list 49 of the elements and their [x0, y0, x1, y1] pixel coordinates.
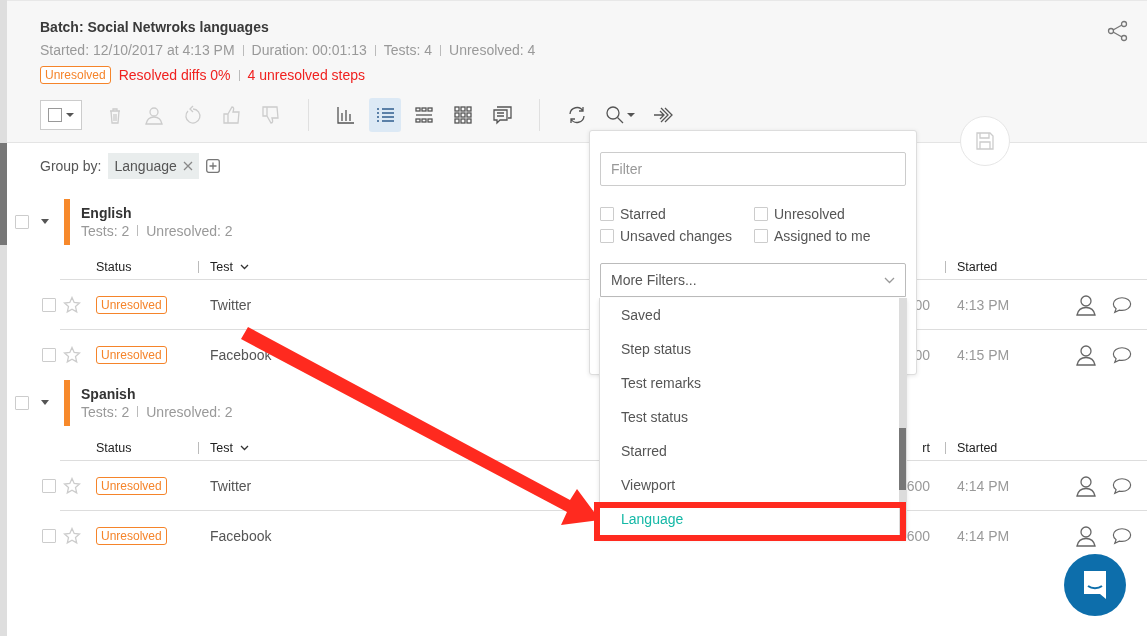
group-by-label: Group by: — [40, 158, 102, 174]
group-name: Spanish — [81, 384, 137, 403]
column-header: rt — [922, 441, 930, 455]
status-badge: Unresolved — [96, 346, 167, 364]
start-time: 4:14 PM — [957, 478, 1010, 494]
dropdown-option[interactable]: Test status — [621, 408, 688, 426]
group-info: Tests: 2 — [81, 402, 130, 421]
table-cell: 600 — [906, 478, 930, 494]
status-badge: Unresolved — [96, 527, 167, 545]
dropdown-option[interactable]: Viewport — [621, 476, 676, 494]
checkbox-label: Unsaved changes — [620, 228, 733, 244]
column-header[interactable]: Test — [198, 261, 249, 273]
dropdown-option[interactable]: Starred — [621, 442, 667, 460]
status-badge: Unresolved — [40, 66, 111, 84]
test-name[interactable]: Twitter — [210, 297, 252, 313]
summary-text: 4 unresolved steps — [247, 66, 366, 85]
group-info: Unresolved: 2 — [146, 221, 233, 240]
more-filters-dropdown[interactable]: More Filters... — [600, 263, 906, 297]
start-time: 4:13 PM — [957, 297, 1010, 313]
column-header: Started — [945, 442, 998, 454]
batch-title: Batch: Social Netwroks languages — [40, 18, 269, 36]
batch-info: Duration: 00:01:13 — [251, 41, 367, 59]
dropdown-option[interactable]: Step status — [621, 340, 692, 358]
checkbox-label: Starred — [620, 206, 666, 222]
column-header: Started — [945, 261, 998, 273]
test-name[interactable]: Twitter — [210, 478, 252, 494]
summary-text: Resolved diffs 0% — [118, 66, 231, 85]
column-header: Status — [96, 260, 132, 274]
table-cell: 600 — [906, 528, 930, 544]
filter-field[interactable]: Filter — [600, 152, 906, 186]
group-info: Unresolved: 2 — [146, 402, 233, 421]
dropdown-option[interactable]: Test remarks — [621, 374, 702, 392]
checkbox-label: Unresolved — [774, 206, 845, 222]
start-time: 4:15 PM — [957, 347, 1010, 363]
dropdown-option[interactable]: Saved — [621, 306, 661, 324]
group-info: Tests: 2 — [81, 221, 130, 240]
test-name[interactable]: Facebook — [210, 528, 272, 544]
column-header[interactable]: Test — [198, 442, 249, 454]
column-header: Status — [96, 441, 132, 455]
group-chip: Language — [108, 153, 199, 179]
batch-info: Tests: 4 — [383, 41, 433, 59]
status-badge: Unresolved — [96, 296, 167, 314]
batch-info: Unresolved: 4 — [449, 41, 536, 59]
test-name[interactable]: Facebook — [210, 347, 272, 363]
batch-info: Started: 12/10/2017 at 4:13 PM — [40, 41, 235, 59]
checkbox-label: Assigned to me — [774, 228, 871, 244]
status-badge: Unresolved — [96, 477, 167, 495]
group-name: English — [81, 203, 133, 222]
start-time: 4:14 PM — [957, 528, 1010, 544]
